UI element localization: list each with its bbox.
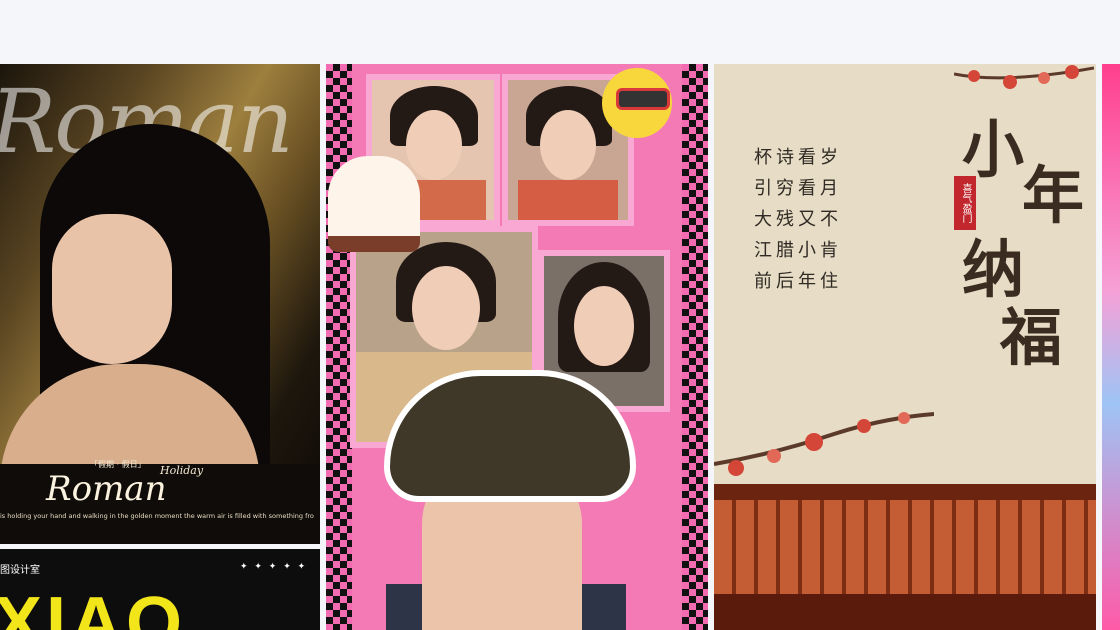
title-char: 纳: [962, 233, 1025, 306]
poem-block: 杯诗看岁 引穷看月 大残又不 江腊小肯 前后年住: [754, 142, 842, 297]
card-title: Roman: [46, 469, 167, 509]
template-card-xiao[interactable]: 图设计室 ✦ ✦ ✦ ✦ ✦ XIAO: [0, 549, 320, 630]
roof-tiles: [714, 500, 1096, 594]
top-bar: [0, 0, 1120, 64]
template-card-pink-collage[interactable]: [326, 64, 708, 630]
roof-edge: [714, 484, 1096, 500]
card-description: is holding your hand and walking in the …: [0, 512, 314, 520]
sunglasses-icon: [616, 88, 670, 110]
title-char: 福: [1000, 301, 1063, 374]
model-face: [52, 214, 172, 364]
checker-border-right: [682, 64, 708, 630]
poem-line: 前后年住: [754, 271, 842, 292]
title-char: 小: [962, 113, 1025, 186]
plum-branch-bottom: [714, 412, 934, 476]
red-wall: [714, 594, 1096, 630]
poem-line: 大残又不: [754, 209, 842, 230]
fur-hat: [384, 370, 636, 502]
template-card-roman[interactable]: Roman 「假期 · 假日」 Holiday Roman is holding…: [0, 64, 320, 544]
star-decoration: ✦ ✦ ✦ ✦ ✦: [240, 562, 308, 572]
card-big-text: XIAO: [0, 583, 187, 630]
poem-line: 江腊小肯: [754, 240, 842, 261]
template-card-xiaonian[interactable]: 杯诗看岁 引穷看月 大残又不 江腊小肯 前后年住 小 年 纳 福 喜气盈门: [714, 64, 1096, 630]
red-seal-stamp: 喜气盈门: [954, 176, 976, 230]
poem-line: 引穷看月: [754, 178, 842, 199]
card-label: 图设计室: [0, 565, 40, 576]
plum-branch-top: [954, 65, 1094, 89]
title-char: 年: [1022, 159, 1085, 232]
cake-sticker: [328, 156, 420, 252]
template-card-partial[interactable]: [1102, 64, 1120, 630]
checker-border-left: [326, 64, 352, 630]
poem-line: 杯诗看岁: [754, 147, 842, 168]
